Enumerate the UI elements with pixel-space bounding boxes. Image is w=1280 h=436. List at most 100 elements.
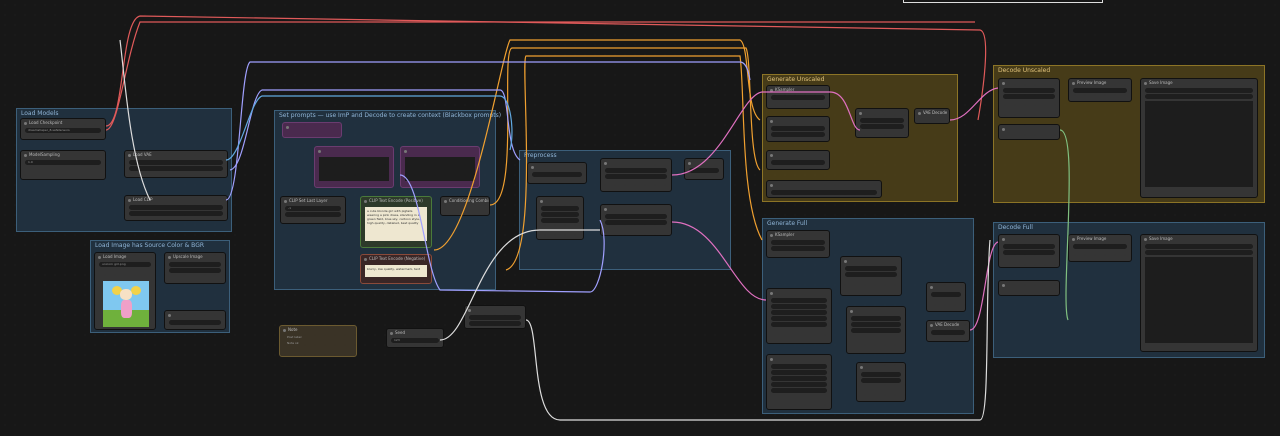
- full-params-node[interactable]: [766, 288, 832, 344]
- conditioning-combine-node[interactable]: Conditioning Combine: [440, 196, 490, 216]
- image-name-widget[interactable]: unicorn girl.png: [99, 262, 151, 267]
- layer-widget-2[interactable]: [285, 212, 341, 217]
- fs-widget[interactable]: [845, 266, 897, 271]
- fpb-widget-2[interactable]: [771, 370, 827, 375]
- negative-prompt-node[interactable]: CLIP Text Encode (Negative) blurry, low …: [360, 254, 432, 284]
- sampling-widget[interactable]: 1.0: [25, 160, 101, 165]
- vae-loader-node[interactable]: Load VAE: [124, 150, 228, 178]
- decode-unscaled-node[interactable]: [998, 78, 1060, 118]
- upscale-image-node[interactable]: Upscale Image: [164, 252, 226, 284]
- ksampler-a-node[interactable]: KSampler: [766, 85, 830, 109]
- fcfg-widget-2[interactable]: [861, 378, 901, 383]
- prompt-header-node[interactable]: [282, 122, 342, 138]
- positive-prompt-text[interactable]: a cute blonde girl with pigtails wearing…: [365, 207, 427, 241]
- fk-widget-2[interactable]: [771, 246, 825, 251]
- fpb-widget-3[interactable]: [771, 376, 827, 381]
- preview-a-node[interactable]: Preview Image: [1068, 78, 1132, 102]
- df-widget-2[interactable]: [1003, 250, 1055, 255]
- fcfg-widget[interactable]: [861, 372, 901, 377]
- fd-widget[interactable]: [931, 330, 965, 335]
- sv-widget-2[interactable]: [1145, 94, 1253, 99]
- clip-set-last-layer-node[interactable]: CLIP Set Last Layer -1: [280, 196, 346, 224]
- fpb-widget-4[interactable]: [771, 382, 827, 387]
- image-resize-node[interactable]: [164, 310, 226, 330]
- decode-full-node[interactable]: [998, 234, 1060, 268]
- save-a-node[interactable]: Save Image: [1140, 78, 1258, 198]
- unscaled-info-node[interactable]: [766, 180, 882, 198]
- ksampler-a-extra[interactable]: [766, 150, 830, 170]
- pre-widget-2[interactable]: [605, 174, 667, 179]
- pre-widget[interactable]: [532, 172, 582, 177]
- ks-widget[interactable]: [771, 95, 825, 100]
- svb-widget[interactable]: [1145, 244, 1253, 249]
- clip-widget[interactable]: [129, 205, 223, 210]
- pre-widget-3[interactable]: [541, 218, 579, 223]
- fs-widget-2[interactable]: [845, 272, 897, 277]
- fp-widget[interactable]: [771, 298, 827, 303]
- fp-widget-5[interactable]: [771, 322, 827, 327]
- fsch-widget-2[interactable]: [851, 322, 901, 327]
- decode-full-b-node[interactable]: [998, 280, 1060, 296]
- fpb-widget-5[interactable]: [771, 388, 827, 393]
- full-scheduler-node[interactable]: [846, 306, 906, 354]
- load-image-node[interactable]: Load Image unicorn girl.png: [94, 252, 156, 330]
- pre-widget-2[interactable]: [605, 220, 667, 225]
- du-widget[interactable]: [1003, 88, 1055, 93]
- decode-unscaled-b-node[interactable]: [998, 124, 1060, 140]
- pre-widget[interactable]: [689, 168, 719, 173]
- svb-widget-2[interactable]: [1145, 250, 1253, 255]
- note-node[interactable]: Note Post label Note ok: [279, 325, 357, 357]
- layer-widget[interactable]: -1: [285, 206, 341, 211]
- positive-prompt-node[interactable]: CLIP Text Encode (Positive) a cute blond…: [360, 196, 432, 248]
- full-ksampler-node[interactable]: KSampler: [766, 230, 830, 258]
- fp-widget-3[interactable]: [771, 310, 827, 315]
- negative-prompt-text[interactable]: blurry, low quality, watermark, text: [365, 265, 427, 277]
- full-cfg-node[interactable]: [856, 362, 906, 402]
- clip-widget-2[interactable]: [129, 211, 223, 216]
- fp-widget-4[interactable]: [771, 316, 827, 321]
- fk-widget[interactable]: [771, 240, 825, 245]
- full-params-b-node[interactable]: [766, 354, 832, 410]
- preprocess-node-d[interactable]: [600, 204, 672, 236]
- prompt-node-a[interactable]: [314, 146, 394, 188]
- pv-widget[interactable]: [1073, 88, 1127, 93]
- clip-loader-node[interactable]: Load CLIP: [124, 195, 228, 221]
- unscaled-decode-node[interactable]: VAE Decode: [914, 108, 950, 124]
- info-widget[interactable]: [771, 190, 877, 195]
- pre-widget[interactable]: [541, 206, 579, 211]
- checkpoint-loader-node[interactable]: Load Checkpoint dreamshaper_8.safetensor…: [20, 118, 106, 140]
- scale-widget[interactable]: [169, 262, 221, 267]
- latent-widget[interactable]: [469, 315, 521, 320]
- pre-widget[interactable]: [605, 168, 667, 173]
- preprocess-node-e[interactable]: [684, 158, 724, 180]
- sv-widget[interactable]: [1145, 88, 1253, 93]
- us-widget-2[interactable]: [860, 124, 904, 129]
- ks-widget-2[interactable]: [771, 132, 825, 137]
- scale-widget-2[interactable]: [169, 268, 221, 273]
- fpb-widget[interactable]: [771, 364, 827, 369]
- seed-node[interactable]: Seed 123: [386, 328, 444, 348]
- preprocess-node-a[interactable]: [527, 162, 587, 184]
- ksampler-a-params[interactable]: [766, 116, 830, 142]
- prompt-area[interactable]: [319, 157, 389, 181]
- fp-widget-2[interactable]: [771, 304, 827, 309]
- preprocess-node-c[interactable]: [600, 158, 672, 192]
- model-sampling-node[interactable]: ModelSampling 1.0: [20, 150, 106, 180]
- pre-widget-2[interactable]: [541, 212, 579, 217]
- preview-b-node[interactable]: Preview Image: [1068, 234, 1132, 262]
- fsch-widget[interactable]: [851, 316, 901, 321]
- unscaled-sampler-node[interactable]: [855, 108, 909, 138]
- preprocess-node-b[interactable]: [536, 196, 584, 240]
- vae-widget-2[interactable]: [129, 166, 223, 171]
- us-widget[interactable]: [860, 118, 904, 123]
- ckpt-name-widget[interactable]: dreamshaper_8.safetensors: [25, 128, 101, 133]
- fsch-widget-3[interactable]: [851, 328, 901, 333]
- ks-widget[interactable]: [771, 160, 825, 165]
- save-b-node[interactable]: Save Image: [1140, 234, 1258, 352]
- full-decode-node[interactable]: VAE Decode: [926, 320, 970, 342]
- full-upscale-node[interactable]: [926, 282, 966, 312]
- resize-widget[interactable]: [169, 320, 221, 325]
- prompt-node-b[interactable]: [400, 146, 480, 188]
- full-sampler-node[interactable]: [840, 256, 902, 296]
- seed-widget[interactable]: 123: [391, 338, 439, 343]
